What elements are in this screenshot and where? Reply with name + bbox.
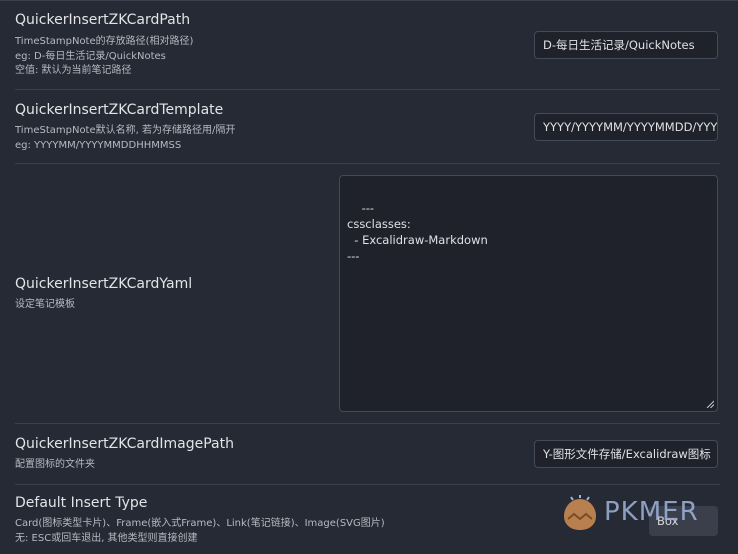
divider <box>15 163 720 164</box>
setting-description: Card(图标类型卡片)、Frame(嵌入式Frame)、Link(笔记链接)、… <box>15 518 385 544</box>
setting-name: QuickerInsertZKCardYaml <box>15 276 193 292</box>
setting-name: QuickerInsertZKCardImagePath <box>15 436 234 452</box>
setting-name: QuickerInsertZKCardPath <box>15 12 191 28</box>
divider <box>15 423 720 424</box>
setting-name: QuickerInsertZKCardTemplate <box>15 102 224 118</box>
zkcard-yaml-textarea[interactable]: --- cssclasses: - Excalidraw-Markdown --… <box>339 175 718 412</box>
zkcard-path-input[interactable]: D-每日生活记录/QuickNotes <box>534 31 718 59</box>
zkcard-template-input[interactable]: YYYY/YYYYMM/YYYYMMDD/YYYYMMDDHHMMSS <box>534 113 718 141</box>
divider <box>15 484 720 485</box>
divider <box>15 89 720 90</box>
resize-grip-icon[interactable] <box>706 400 714 408</box>
zkcard-image-path-input[interactable]: Y-图形文件存储/Excalidraw图标 <box>534 440 718 468</box>
pkmer-logo-icon <box>564 495 596 530</box>
textarea-content: --- cssclasses: - Excalidraw-Markdown --… <box>347 201 488 263</box>
pkmer-watermark: PKMER <box>560 493 720 533</box>
top-divider <box>0 0 738 1</box>
setting-description: TimeStampNote的存放路径(相对路径) eg: D-每日生活记录/Qu… <box>15 36 194 76</box>
setting-name: Default Insert Type <box>15 495 148 511</box>
setting-description: 配置图标的文件夹 <box>15 459 95 470</box>
setting-description: TimeStampNote默认名称, 若为存储路径用/隔开 eg: YYYYMM… <box>15 125 236 151</box>
setting-description: 设定笔记模板 <box>15 299 75 310</box>
watermark-text: PKMER <box>604 497 699 527</box>
